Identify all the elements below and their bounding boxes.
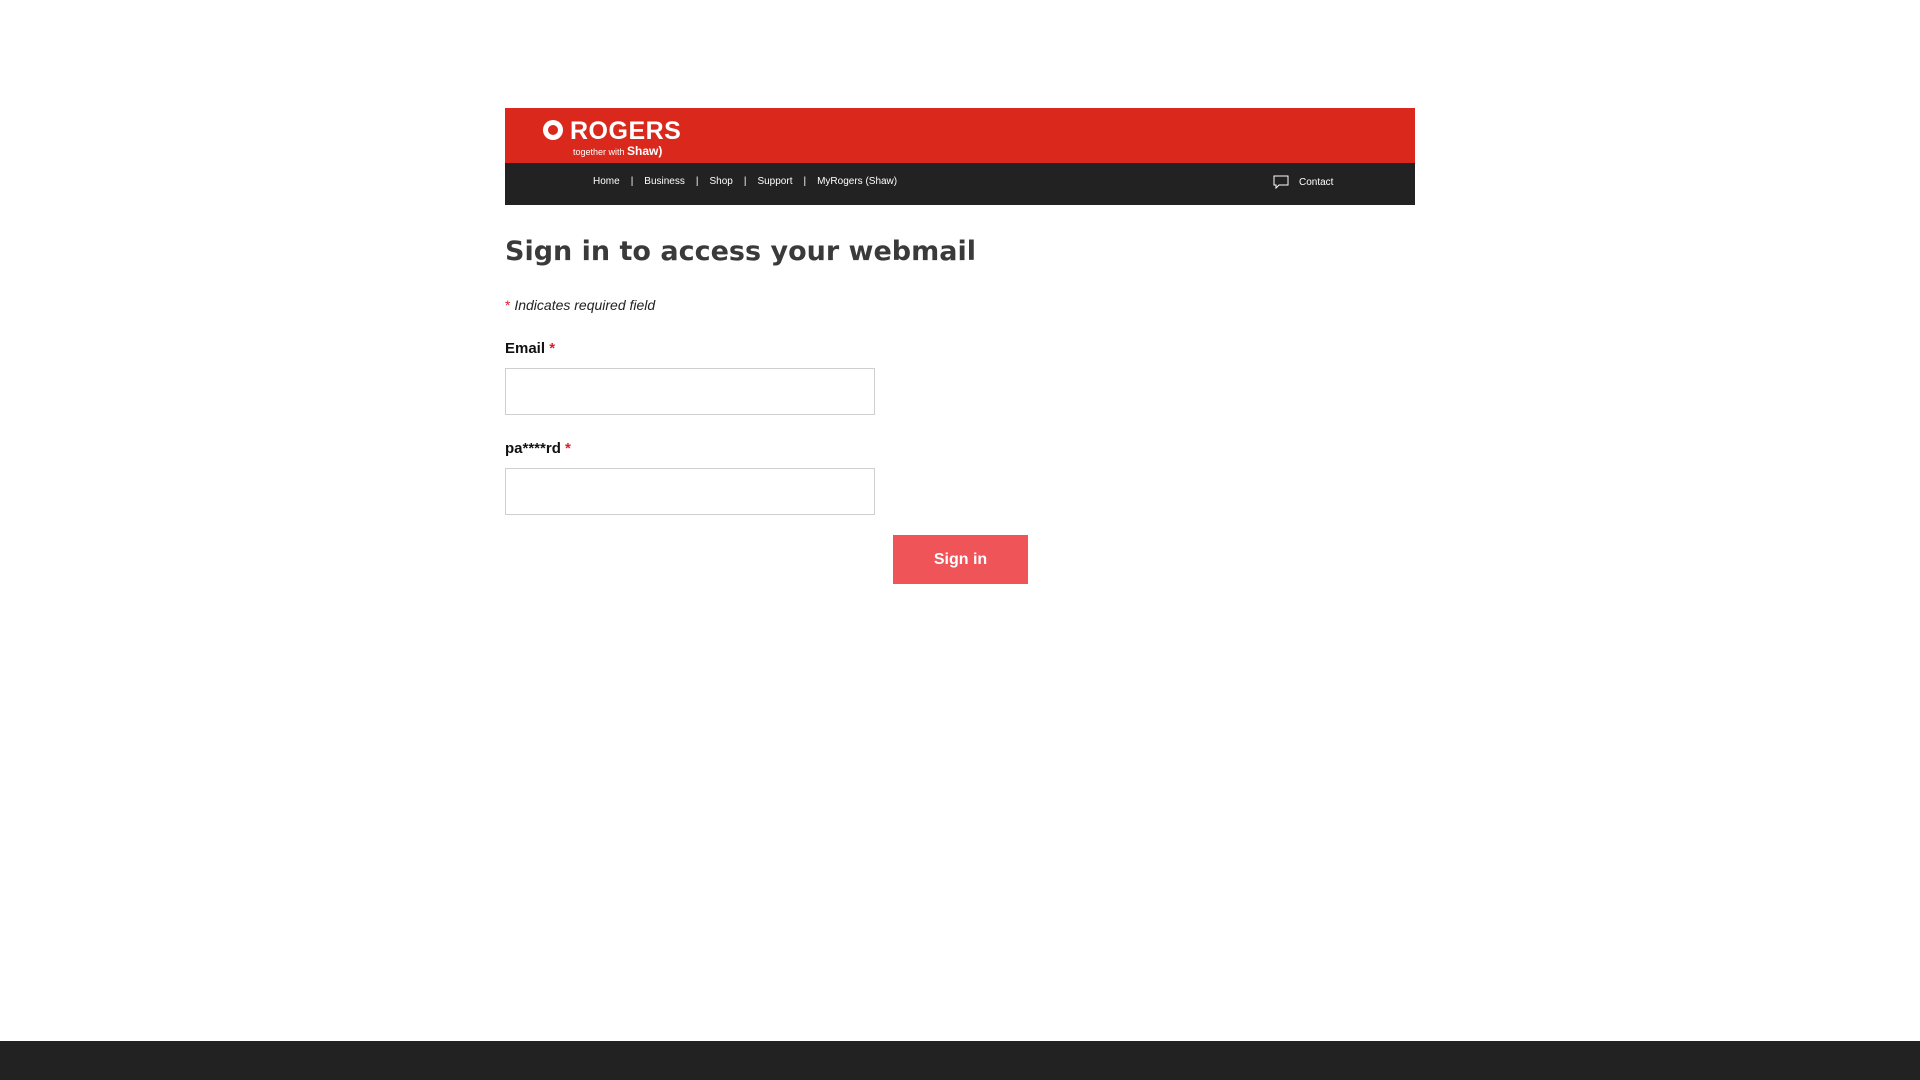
nav-home[interactable]: Home <box>593 176 620 187</box>
brand-bar: ROGERS together with Shaw) <box>505 108 1415 163</box>
rogers-logo[interactable]: ROGERS together with Shaw) <box>541 116 682 158</box>
required-note-text: Indicates required field <box>514 297 656 313</box>
nav-shop[interactable]: Shop <box>709 176 732 187</box>
page-title: Sign in to access your webmail <box>505 236 976 267</box>
password-label: pa****rd * <box>505 440 571 457</box>
email-field[interactable] <box>505 368 875 415</box>
contact-link[interactable]: Contact <box>1273 175 1333 189</box>
rogers-swirl-icon <box>543 120 563 140</box>
nav-myrogers[interactable]: MyRogers (Shaw) <box>817 176 897 187</box>
sign-in-button[interactable]: Sign in <box>893 535 1028 584</box>
nav-business[interactable]: Business <box>644 176 685 187</box>
required-star: * <box>549 340 556 357</box>
required-star: * <box>505 297 511 313</box>
email-label: Email * <box>505 340 556 357</box>
nav-support[interactable]: Support <box>757 176 792 187</box>
nav-separator: | <box>743 175 747 187</box>
nav-separator: | <box>803 175 807 187</box>
required-field-note: * Indicates required field <box>505 297 655 313</box>
logo-tagline: together with Shaw) <box>573 144 663 158</box>
contact-label: Contact <box>1299 176 1334 188</box>
logo-wordmark: ROGERS <box>570 117 682 145</box>
chat-bubble-icon <box>1273 175 1289 189</box>
page-footer <box>0 1041 1920 1080</box>
required-star: * <box>565 440 571 457</box>
site-header: ROGERS together with Shaw) Home | Busine… <box>505 108 1415 205</box>
top-nav: Home | Business | Shop | Support | MyRog… <box>505 163 1415 205</box>
password-field[interactable] <box>505 468 875 515</box>
nav-separator: | <box>630 175 634 187</box>
nav-separator: | <box>695 175 699 187</box>
nav-list: Home | Business | Shop | Support | MyRog… <box>593 163 897 199</box>
